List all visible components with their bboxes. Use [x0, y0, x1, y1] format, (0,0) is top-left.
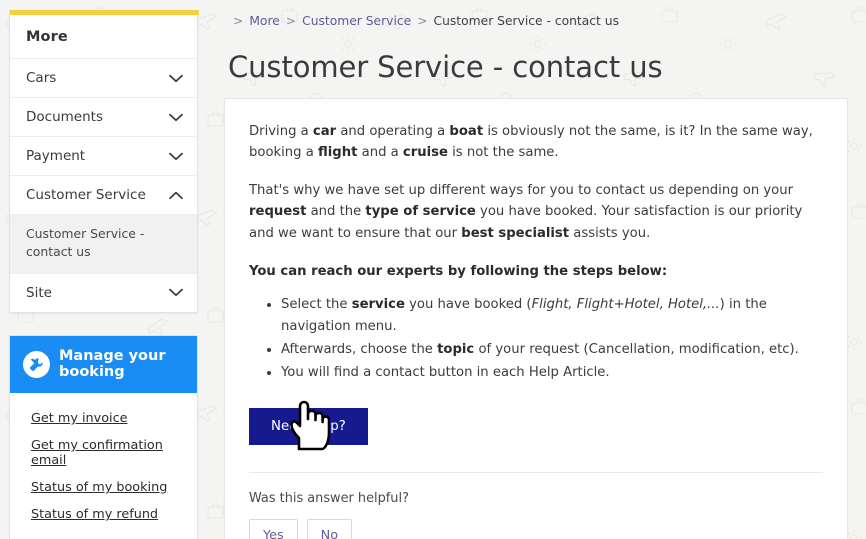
- manage-booking-card: Manage your booking Get my invoice Get m…: [9, 334, 198, 539]
- breadcrumb-item-customer-service[interactable]: Customer Service: [302, 14, 411, 28]
- sidebar: More Cars Documents Payment Customer Ser…: [0, 0, 203, 539]
- text-fragment: Select the: [281, 296, 352, 312]
- vote-no-button[interactable]: No: [306, 519, 353, 539]
- main-content: > More > Customer Service > Customer Ser…: [203, 0, 866, 539]
- sidebar-item-cars[interactable]: Cars: [10, 59, 197, 98]
- steps-list-item: You will find a contact button in each H…: [281, 362, 823, 385]
- sidebar-nav-card: More Cars Documents Payment Customer Ser…: [9, 10, 199, 313]
- text-fragment: is not the same.: [447, 145, 559, 161]
- sidebar-item-label: Customer Service: [26, 187, 146, 203]
- chevron-down-icon[interactable]: [169, 113, 183, 122]
- text-bold: best specialist: [461, 225, 570, 241]
- sidebar-item-label: Cars: [26, 70, 57, 86]
- text-fragment: you have booked (: [404, 296, 532, 312]
- text-fragment: and operating a: [336, 124, 450, 139]
- breadcrumb-item-more[interactable]: More: [249, 14, 279, 28]
- text-bold: service: [351, 296, 405, 312]
- breadcrumb-separator: >: [233, 14, 244, 28]
- text-bold: car: [312, 124, 337, 139]
- text-bold: request: [249, 204, 307, 220]
- manage-booking-title: Manage your booking: [59, 347, 166, 381]
- text-fragment: That's why we have set up different ways…: [249, 182, 794, 198]
- manage-booking-links: Get my invoice Get my confirmation email…: [10, 393, 197, 539]
- breadcrumb-item-current: Customer Service - contact us: [433, 14, 619, 28]
- manage-booking-header: Manage your booking: [10, 335, 197, 393]
- text-fragment: Afterwards, choose the: [281, 342, 438, 358]
- article-paragraph-2: That's why we have set up different ways…: [249, 180, 823, 244]
- text-fragment: You will find a contact button in each H…: [281, 364, 610, 380]
- text-fragment: Driving a: [249, 124, 313, 139]
- text-fragment: of your request (Cancellation, modificat…: [474, 342, 799, 358]
- vote-buttons: Yes No: [249, 519, 823, 539]
- text-bold: boat: [449, 124, 484, 139]
- text-italic: Flight, Flight+Hotel, Hotel,...: [531, 296, 720, 312]
- steps-list: Select the service you have booked (Flig…: [249, 294, 823, 385]
- text-bold: cruise: [402, 145, 448, 161]
- breadcrumb-separator: >: [285, 14, 297, 28]
- sidebar-item-documents[interactable]: Documents: [10, 98, 197, 137]
- sidebar-item-label: Payment: [26, 148, 86, 164]
- text-bold: flight: [318, 145, 358, 161]
- steps-heading: You can reach our experts by following t…: [249, 263, 668, 279]
- sidebar-item-label: Site: [26, 284, 52, 301]
- breadcrumb: > More > Customer Service > Customer Ser…: [224, 14, 848, 28]
- page-title: Customer Service - contact us: [228, 50, 663, 84]
- link-status-of-my-booking[interactable]: Status of my booking: [10, 474, 197, 501]
- chevron-up-icon[interactable]: [169, 191, 183, 200]
- link-get-my-confirmation-email[interactable]: Get my confirmation email: [10, 432, 197, 474]
- need-help-button[interactable]: Need help?: [249, 408, 368, 446]
- sidebar-subitem-customer-service-contact-us[interactable]: Customer Service - contact us: [10, 215, 197, 274]
- chevron-down-icon[interactable]: [169, 288, 183, 297]
- steps-list-item: Select the service you have booked (Flig…: [281, 294, 823, 339]
- text-fragment: and the: [306, 204, 366, 220]
- chevron-down-icon[interactable]: [169, 152, 183, 161]
- vote-yes-button[interactable]: Yes: [249, 519, 298, 539]
- link-status-of-my-refund[interactable]: Status of my refund: [10, 501, 197, 528]
- text-bold: type of service: [365, 204, 476, 220]
- sidebar-item-payment[interactable]: Payment: [10, 137, 197, 176]
- section-divider: [249, 472, 823, 474]
- sidebar-nav-title: More: [10, 15, 197, 59]
- tools-icon: [23, 350, 50, 378]
- helpful-question: Was this answer helpful?: [249, 491, 409, 507]
- sidebar-item-customer-service[interactable]: Customer Service: [10, 176, 197, 215]
- sidebar-item-site[interactable]: Site: [10, 273, 197, 312]
- text-bold: topic: [437, 342, 475, 358]
- link-get-my-invoice[interactable]: Get my invoice: [10, 405, 197, 432]
- breadcrumb-separator: >: [417, 14, 428, 28]
- chevron-down-icon[interactable]: [169, 74, 183, 83]
- text-fragment: assists you.: [569, 225, 651, 241]
- article-paragraph-1: Driving a car and operating a boat is ob…: [249, 121, 823, 164]
- steps-list-item: Afterwards, choose the topic of your req…: [281, 339, 823, 362]
- article-card: Driving a car and operating a boat is ob…: [224, 98, 848, 539]
- text-fragment: and a: [357, 145, 403, 161]
- sidebar-item-label: Documents: [26, 109, 103, 125]
